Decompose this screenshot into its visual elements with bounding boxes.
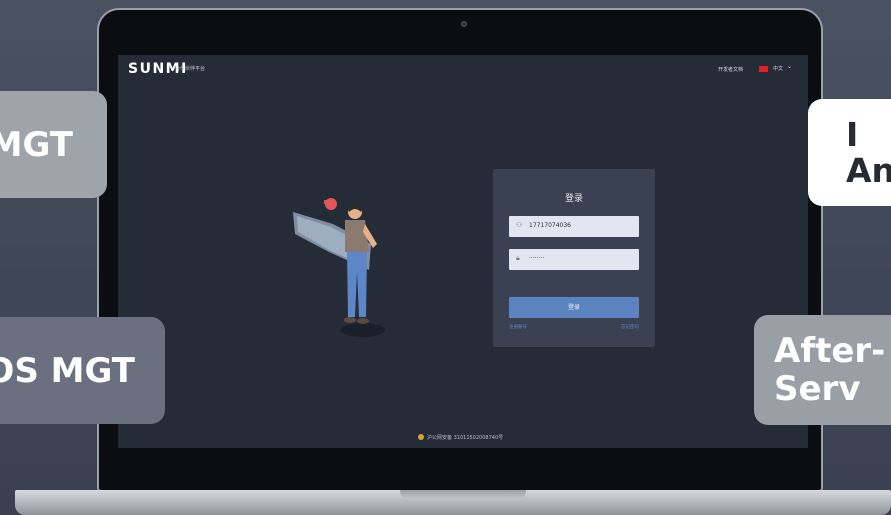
lock-icon: 🔒︎ — [516, 254, 520, 262]
overlay-after-service-line2: Serv — [774, 369, 861, 409]
chevron-down-icon[interactable]: ⌄ — [787, 63, 792, 70]
overlay-after-service-line1: After- — [774, 331, 886, 371]
forgot-password-link[interactable]: 忘记密码 — [621, 324, 639, 330]
login-button[interactable]: 登录 — [509, 297, 639, 318]
overlay-after-service: After- Serv — [754, 315, 891, 425]
login-illustration — [293, 198, 385, 337]
user-icon: ⚇ — [516, 221, 523, 229]
overlay-top-right: I An — [808, 99, 891, 206]
footer-record: 沪公网安备 31011502008740号 — [427, 435, 504, 441]
laptop-notch — [400, 490, 526, 499]
phone-value: 17717074036 — [529, 222, 571, 229]
webcam-icon — [461, 21, 467, 27]
login-title: 登录 — [564, 194, 583, 204]
phone-field[interactable]: ⚇ 17717074036 — [509, 216, 639, 237]
developer-docs-link[interactable]: 开发者文档 — [718, 66, 743, 73]
app-screen: SUNMI 合作伙伴平台 开发者文档 中文 ⌄ 登录 ⚇ 17717074036… — [118, 55, 808, 448]
overlay-mgt: MGT — [0, 91, 107, 198]
login-card: 登录 ⚇ 17717074036 🔒︎ ········ 登录 注册账号 忘记密… — [493, 169, 655, 347]
overlay-os-mgt: OS MGT — [0, 317, 165, 424]
overlay-top-right-line1: I — [846, 114, 859, 154]
logo-subtitle: 合作伙伴平台 — [175, 66, 206, 72]
cn-flag-icon[interactable] — [759, 66, 768, 72]
police-badge-icon — [418, 434, 424, 440]
password-field[interactable]: 🔒︎ ········ — [509, 249, 639, 270]
password-value: ········ — [529, 255, 545, 262]
register-link[interactable]: 注册账号 — [509, 324, 527, 330]
overlay-top-right-line2: An — [846, 150, 891, 190]
language-selector[interactable]: 中文 — [773, 65, 783, 72]
overlay-os-mgt-label: OS MGT — [0, 350, 135, 391]
overlay-mgt-label: MGT — [0, 124, 73, 165]
